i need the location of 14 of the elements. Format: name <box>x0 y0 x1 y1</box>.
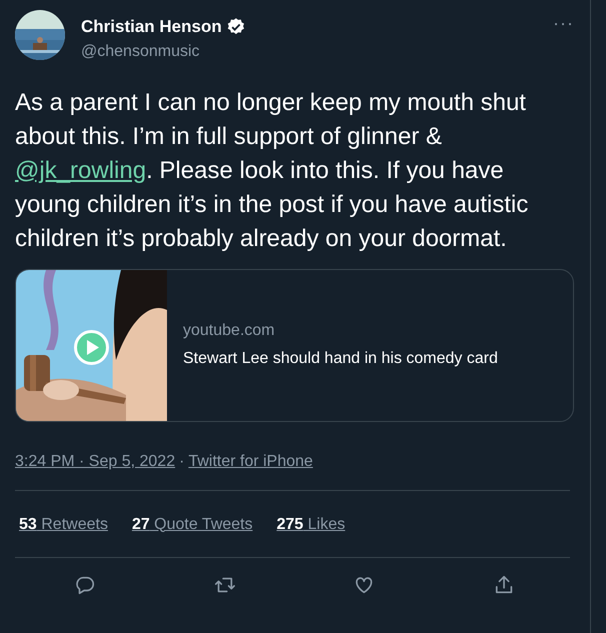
separator-dot: · <box>179 452 184 472</box>
card-title: Stewart Lee should hand in his comedy card <box>183 349 498 369</box>
source-link[interactable]: Twitter for iPhone <box>188 450 313 474</box>
mention-link[interactable]: @jk_rowling <box>15 156 146 184</box>
link-card[interactable]: youtube.com Stewart Lee should hand in his comedy card <box>15 268 574 422</box>
author-handle[interactable]: @chensonmusic <box>81 40 246 64</box>
author-name[interactable]: Christian Henson <box>81 14 222 40</box>
stat-link[interactable]: 53 Retweets <box>19 512 108 536</box>
tweet-text: As a parent I can no longer keep my mouth shut about this. I’m in full support of glinner & @jk_rowling. Please look into this. If you have young children it’s in the post if you have autistic children it’s probably already on your doormat. <box>15 88 530 254</box>
stat-link[interactable]: 27 Quote Tweets <box>132 512 253 536</box>
stat-link[interactable]: 275 Likes <box>276 512 346 536</box>
more-button[interactable]: ··· <box>553 10 574 37</box>
card-domain: youtube.com <box>183 321 276 341</box>
timestamp-link[interactable]: 3:24 PM · Sep 5, 2022 <box>15 450 176 474</box>
